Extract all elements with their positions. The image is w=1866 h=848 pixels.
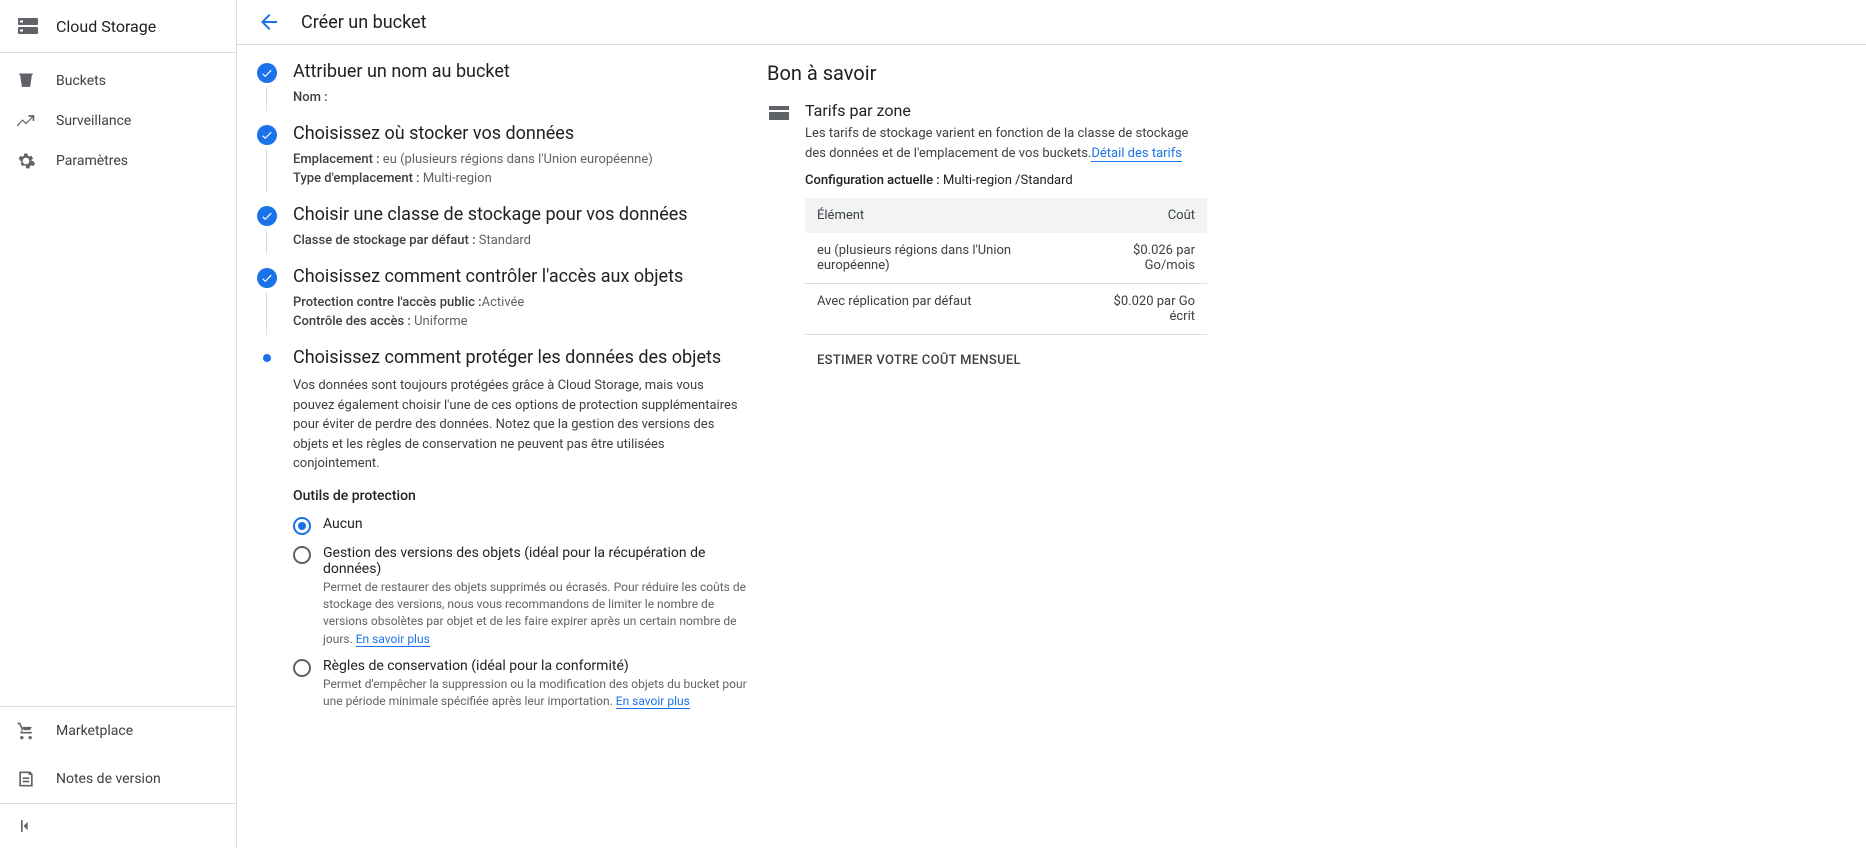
bucket-icon (16, 71, 36, 91)
radio-label: Aucun (323, 516, 747, 532)
step-location-type: Type d'emplacement : Multi-region (293, 171, 747, 186)
check-icon (257, 63, 277, 83)
step-location: Choisissez où stocker vos données Emplac… (257, 123, 747, 186)
table-header-element: Élément (805, 198, 1075, 233)
current-config: Configuration actuelle : Multi-region /S… (805, 173, 1207, 188)
page-title: Créer un bucket (301, 12, 426, 33)
sidebar: Cloud Storage Buckets Surveillance Param… (0, 0, 237, 848)
step-name-value: Nom : (293, 90, 747, 105)
gear-icon (16, 151, 36, 171)
radio-label: Gestion des versions des objets (idéal p… (323, 545, 747, 577)
step-title[interactable]: Attribuer un nom au bucket (293, 61, 747, 82)
learn-more-link[interactable]: En savoir plus (356, 632, 430, 647)
sidebar-item-label: Notes de version (56, 771, 161, 787)
info-column: Bon à savoir Tarifs par zone Les tarifs … (767, 61, 1207, 729)
sidebar-item-label: Buckets (56, 73, 106, 89)
sidebar-item-label: Surveillance (56, 113, 131, 129)
step-location-value: Emplacement : eu (plusieurs régions dans… (293, 152, 747, 167)
sidebar-item-marketplace[interactable]: Marketplace (0, 707, 236, 755)
radio-label: Règles de conservation (idéal pour la co… (323, 658, 747, 674)
pricing-table: Élément Coût eu (plusieurs régions dans … (805, 198, 1207, 335)
chevron-left-icon (16, 816, 36, 836)
credit-card-icon (767, 101, 791, 125)
topbar: Créer un bucket (237, 0, 1866, 45)
sidebar-footer: Marketplace Notes de version (0, 706, 236, 848)
sidebar-nav: Buckets Surveillance Paramètres (0, 53, 236, 706)
cart-icon (16, 721, 36, 741)
check-icon (257, 268, 277, 288)
step-storage-class: Choisir une classe de stockage pour vos … (257, 204, 747, 248)
main: Créer un bucket Attribuer un nom au buck… (237, 0, 1866, 848)
step-access-control: Contrôle des accès : Uniforme (293, 314, 747, 329)
sidebar-header: Cloud Storage (0, 0, 236, 53)
step-title[interactable]: Choisissez comment protéger les données … (293, 347, 747, 368)
radio-help: Permet d'empêcher la suppression ou la m… (323, 676, 747, 711)
sidebar-item-monitoring[interactable]: Surveillance (0, 101, 236, 141)
step-access: Choisissez comment contrôler l'accès aux… (257, 266, 747, 329)
sidebar-item-label: Paramètres (56, 153, 128, 169)
info-title: Bon à savoir (767, 61, 1207, 85)
radio-help: Permet de restaurer des objets supprimés… (323, 579, 747, 649)
content: Attribuer un nom au bucket Nom : Choisis… (237, 45, 1866, 789)
radio-option-none[interactable]: Aucun (293, 516, 747, 535)
radio-option-versioning[interactable]: Gestion des versions des objets (idéal p… (293, 545, 747, 649)
step-public-access: Protection contre l'accès public :Activé… (293, 295, 747, 310)
product-title: Cloud Storage (56, 17, 156, 36)
notes-icon (16, 769, 36, 789)
chart-icon (16, 111, 36, 131)
sidebar-item-release-notes[interactable]: Notes de version (0, 755, 236, 803)
pricing-details-link[interactable]: Détail des tarifs (1091, 146, 1182, 162)
radio-option-retention[interactable]: Règles de conservation (idéal pour la co… (293, 658, 747, 711)
cloud-storage-icon (16, 14, 40, 38)
step-title[interactable]: Choisir une classe de stockage pour vos … (293, 204, 747, 225)
pricing-text: Les tarifs de stockage varient en foncti… (805, 124, 1207, 163)
step-title[interactable]: Choisissez où stocker vos données (293, 123, 747, 144)
step-class-value: Classe de stockage par défaut : Standard (293, 233, 747, 248)
sidebar-item-buckets[interactable]: Buckets (0, 61, 236, 101)
check-icon (257, 125, 277, 145)
step-title[interactable]: Choisissez comment contrôler l'accès aux… (293, 266, 747, 287)
sidebar-item-settings[interactable]: Paramètres (0, 141, 236, 181)
step-name: Attribuer un nom au bucket Nom : (257, 61, 747, 105)
estimate-cost-button[interactable]: ESTIMER VOTRE COÛT MENSUEL (805, 335, 1033, 376)
pricing-heading: Tarifs par zone (805, 101, 1207, 120)
table-row: eu (plusieurs régions dans l'Union europ… (805, 233, 1207, 284)
radio-icon (293, 546, 311, 564)
check-icon (257, 206, 277, 226)
form-column: Attribuer un nom au bucket Nom : Choisis… (257, 61, 747, 729)
radio-icon (293, 659, 311, 677)
current-step-dot-icon (263, 354, 271, 362)
sidebar-collapse-toggle[interactable] (0, 803, 236, 848)
back-arrow-icon[interactable] (257, 10, 281, 34)
pricing-section: Tarifs par zone Les tarifs de stockage v… (767, 101, 1207, 376)
learn-more-link[interactable]: En savoir plus (616, 694, 690, 709)
step-description: Vos données sont toujours protégées grâc… (293, 376, 747, 474)
sidebar-item-label: Marketplace (56, 723, 133, 739)
protection-tools-label: Outils de protection (293, 488, 747, 504)
table-row: Avec réplication par défaut $0.020 par G… (805, 284, 1207, 335)
step-protect: Choisissez comment protéger les données … (257, 347, 747, 711)
radio-icon (293, 517, 311, 535)
table-header-cost: Coût (1075, 198, 1207, 233)
